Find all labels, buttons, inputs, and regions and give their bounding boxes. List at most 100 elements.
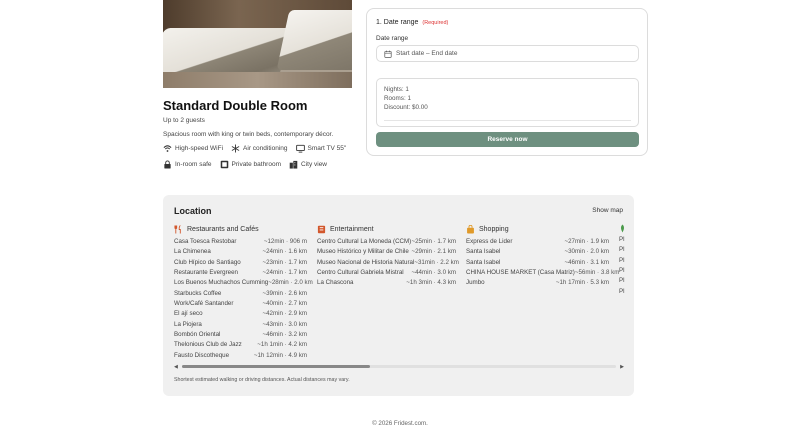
bathroom-icon: [220, 160, 228, 169]
places-list: Express de Lider ~27min · 1.9 km Santa Isa…: [466, 237, 619, 289]
place-distance: ~1h 1min · 4.2 km: [257, 341, 307, 349]
amenity-ac: Air conditioning: [231, 144, 288, 153]
place-distance: ~27min · 1.9 km: [564, 238, 609, 245]
place-distance: ~30min · 2.0 km: [564, 248, 609, 256]
place-item[interactable]: Museo Histórico y Militar de Chile ~29min…: [317, 247, 456, 257]
place-distance: ~1h 17min · 5.3 km: [555, 279, 609, 287]
booking-summary: Nights: 1 Rooms: 1 Discount: $0.00: [376, 78, 639, 127]
scroll-right-arrow-icon[interactable]: ▶: [620, 364, 624, 370]
snowflake-icon: [231, 144, 240, 153]
place-name: Restaurante Evergreen: [174, 269, 238, 277]
place-name: CHINA HOUSE MARKET (Casa Matriz): [466, 269, 575, 277]
partial-item: Pl: [619, 287, 625, 295]
summary-divider: [384, 120, 631, 121]
place-distance: ~1h 3min · 4.3 km: [406, 279, 456, 287]
amenity-bathroom: Private bathroom: [220, 160, 281, 169]
place-name: Santa Isabel: [466, 248, 501, 256]
place-item[interactable]: Fausto Discotheque ~1h 12min · 4.9 km: [174, 351, 307, 361]
place-item[interactable]: Centro Cultural La Moneda (CCM) ~25min · …: [317, 237, 456, 247]
room-description: Spacious room with king or twin beds, co…: [163, 131, 334, 138]
place-distance: ~46min · 3.2 km: [262, 331, 307, 339]
place-item[interactable]: Centro Cultural Gabriela Mistral ~44min ·…: [317, 268, 456, 278]
place-distance: ~39min · 2.6 km: [262, 289, 307, 297]
place-name: Casa Toesca Restobar: [174, 238, 237, 245]
place-item[interactable]: Thelonious Club de Jazz ~1h 1min · 4.2 km: [174, 340, 307, 350]
place-item[interactable]: CHINA HOUSE MARKET (Casa Matriz) ~56min ·…: [466, 268, 619, 278]
shopping-column: Shopping Express de Lider ~27min · 1.9 km…: [466, 224, 619, 289]
leaf-icon: [621, 224, 624, 233]
required-label: (Required): [422, 20, 449, 26]
place-item[interactable]: Work/Café Santander ~40min · 2.7 km: [174, 299, 307, 309]
place-item[interactable]: Club Hípico de Santiago ~23min · 1.7 km: [174, 258, 307, 268]
location-panel: Location Show map Restaurants and Cafés …: [163, 195, 634, 396]
show-map-link[interactable]: Show map: [592, 207, 623, 214]
amenity-label: In-room safe: [175, 161, 212, 168]
amenity-label: Air conditioning: [243, 145, 288, 152]
place-name: Thelonious Club de Jazz: [174, 341, 242, 349]
place-distance: ~31min · 2.2 km: [414, 258, 459, 266]
amenity-wifi: High-speed WiFi: [163, 144, 223, 153]
partial-item: Pl: [619, 246, 625, 254]
rooms-value: Rooms: 1: [384, 94, 411, 102]
room-photo: [163, 0, 352, 88]
place-name: Work/Café Santander: [174, 300, 234, 308]
place-item[interactable]: Bombón Oriental ~46min · 3.2 km: [174, 330, 307, 340]
amenity-safe: In-room safe: [163, 160, 212, 169]
place-item[interactable]: Jumbo ~1h 17min · 5.3 km: [466, 278, 609, 288]
place-distance: ~56min · 3.8 km: [574, 269, 620, 277]
column-title: Shopping: [479, 225, 509, 233]
place-distance: ~25min · 1.7 km: [411, 238, 456, 245]
place-item[interactable]: La Piojera ~43min · 3.0 km: [174, 320, 307, 330]
scroll-left-arrow-icon[interactable]: ◀: [174, 364, 178, 370]
booking-card: 1. Date range (Required) Date range Star…: [366, 8, 648, 156]
date-range-input[interactable]: Start date – End date: [376, 45, 639, 62]
places-list: Centro Cultural La Moneda (CCM) ~25min · …: [317, 237, 459, 289]
place-item[interactable]: Santa Isabel ~46min · 3.1 km: [466, 258, 609, 268]
place-name: Centro Cultural Gabriela Mistral: [317, 269, 404, 277]
place-item[interactable]: El ají seco ~42min · 2.9 km: [174, 309, 307, 319]
date-range-placeholder: Start date – End date: [396, 50, 458, 57]
place-distance: ~29min · 2.1 km: [411, 248, 456, 256]
partial-item: Pl: [619, 236, 625, 243]
place-item[interactable]: Casa Toesca Restobar ~12min · 906 m: [174, 237, 307, 247]
column-heading: Restaurants and Cafés: [174, 224, 307, 234]
place-distance: ~12min · 906 m: [263, 238, 307, 245]
amenity-label: Smart TV 55": [307, 145, 347, 152]
amenities-row: High-speed WiFi Air conditioning Smart T…: [163, 144, 363, 153]
date-range-label: Date range: [376, 35, 409, 42]
shopping-bag-icon: [467, 224, 474, 234]
place-name: El ají seco: [174, 310, 203, 318]
place-distance: ~1h 12min · 4.9 km: [253, 351, 307, 359]
place-item[interactable]: Express de Lider ~27min · 1.9 km: [466, 237, 609, 247]
place-item[interactable]: Museo Nacional de Historia Natural ~31min…: [317, 258, 459, 268]
place-item[interactable]: La Chascona ~1h 3min · 4.3 km: [317, 278, 456, 288]
place-item[interactable]: Starbucks Coffee ~39min · 2.6 km: [174, 289, 307, 299]
column-title: Entertainment: [330, 225, 374, 233]
place-item[interactable]: La Chimenea ~24min · 1.6 km: [174, 247, 307, 257]
amenity-label: City view: [301, 161, 328, 168]
horizontal-scrollbar[interactable]: ◀ ▶: [174, 363, 624, 370]
amenity-tv: Smart TV 55": [295, 144, 347, 153]
place-item[interactable]: Restaurante Evergreen ~24min · 1.7 km: [174, 268, 307, 278]
place-name: La Chimenea: [174, 248, 211, 256]
place-name: Express de Lider: [466, 238, 513, 245]
place-distance: ~40min · 2.7 km: [262, 300, 307, 308]
calendar-icon: [384, 50, 392, 58]
place-distance: ~46min · 3.1 km: [564, 258, 609, 266]
step-title: 1. Date range (Required): [376, 19, 448, 26]
place-distance: ~24min · 1.6 km: [262, 248, 307, 256]
partial-column: Pl Pl Pl Pl Pl Pl: [619, 224, 626, 295]
place-item[interactable]: Santa Isabel ~30min · 2.0 km: [466, 247, 609, 257]
place-name: Club Hípico de Santiago: [174, 258, 241, 266]
reserve-now-button[interactable]: Reserve now: [376, 132, 639, 147]
step-label: 1. Date range: [376, 19, 419, 26]
discount-value: Discount: $0.00: [384, 103, 428, 111]
place-name: Jumbo: [466, 279, 485, 287]
place-item[interactable]: Los Buenos Muchachos Cumming ~28min · 2.0…: [174, 278, 313, 288]
scroll-thumb[interactable]: [182, 365, 370, 368]
restaurants-column: Restaurants and Cafés Casa Toesca Restob…: [174, 224, 313, 361]
nights-value: Nights: 1: [384, 86, 409, 93]
location-title: Location: [174, 206, 212, 216]
amenities-row: In-room safe Private bathroom City view: [163, 160, 363, 169]
place-name: Starbucks Coffee: [174, 289, 222, 297]
